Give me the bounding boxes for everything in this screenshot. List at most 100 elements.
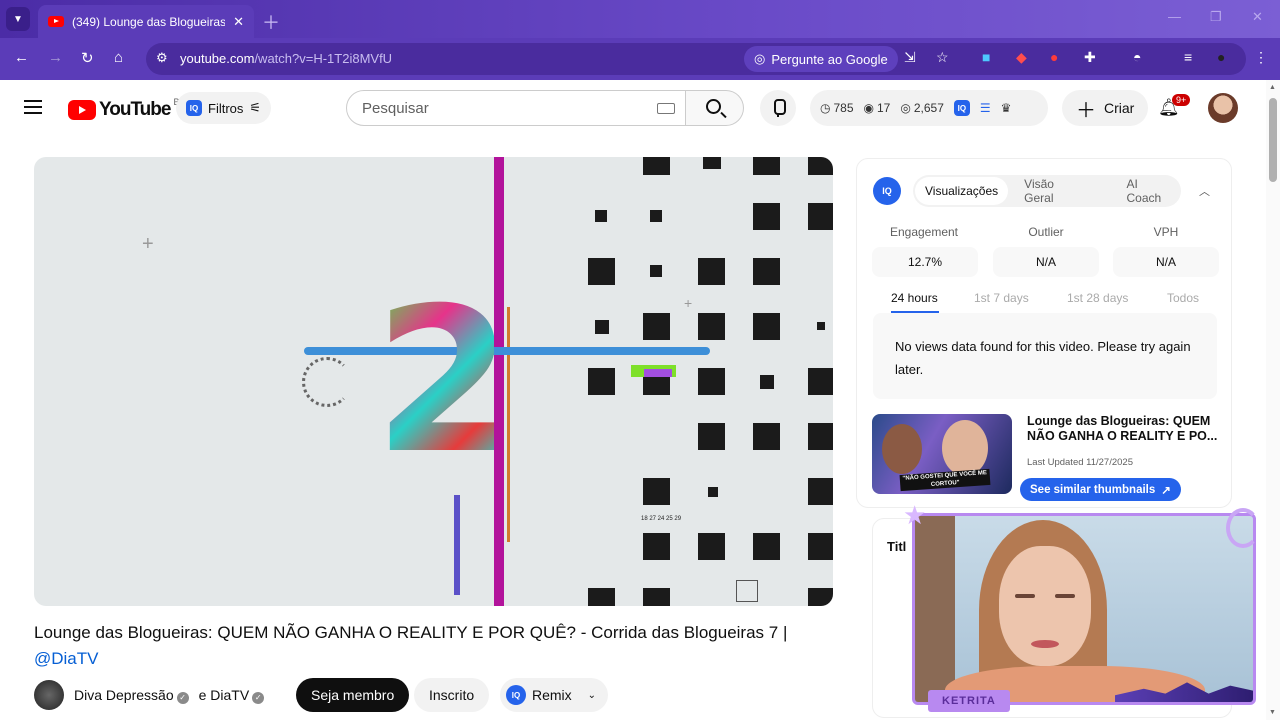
channel-name[interactable]: Diva Depressão ✓ xyxy=(74,687,189,704)
forward-icon[interactable]: → xyxy=(48,49,63,66)
plus-icon: ＋ xyxy=(1076,99,1096,122)
create-button[interactable]: ＋ Criar xyxy=(1062,90,1149,126)
video-player[interactable]: + + 2 18 27 24 25 29 xyxy=(34,157,833,606)
iq-logo-icon: IQ xyxy=(186,100,202,116)
tab-search-icon[interactable]: ▼ xyxy=(6,7,30,31)
extension-2-icon[interactable]: ◆ xyxy=(1016,49,1027,66)
similar-video-thumbnail[interactable]: "NÃO GOSTEI QUE VOCÊ ME CORTOU" xyxy=(872,414,1012,494)
account-avatar[interactable] xyxy=(1208,93,1238,123)
tab-visualizacoes[interactable]: Visualizações xyxy=(915,177,1009,205)
graphic-square xyxy=(698,533,725,560)
thumb-person-right xyxy=(942,420,988,476)
extension-3-icon[interactable]: ● xyxy=(1050,49,1058,65)
youtube-favicon-icon xyxy=(48,16,64,27)
home-icon[interactable]: ⌂ xyxy=(114,49,123,66)
scroll-down-icon[interactable]: ▼ xyxy=(1269,709,1276,716)
range-28-days[interactable]: 1st 28 days xyxy=(1067,291,1128,305)
graphic-square xyxy=(708,487,718,497)
tab-ai-coach[interactable]: AI Coach xyxy=(1117,177,1182,205)
similar-video-title[interactable]: Lounge das Blogueiras: QUEM NÃO GANHA O … xyxy=(1027,414,1219,444)
install-app-icon[interactable]: ⇲ xyxy=(904,49,916,66)
range-24-hours[interactable]: 24 hours xyxy=(891,291,938,305)
channel-row: Diva Depressão ✓ e DiaTV ✓ xyxy=(34,678,265,712)
maximize-icon[interactable]: ❐ xyxy=(1210,9,1222,25)
star-sparkle-icon: ★ xyxy=(903,500,927,530)
cam-ring-decoration xyxy=(1226,508,1260,548)
graphic-square xyxy=(595,320,609,334)
panel-tabs: Visualizações Visão Geral AI Coach xyxy=(913,175,1181,207)
browser-tab-active[interactable]: (349) Lounge das Blogueiras: QUEM NÃO GA… xyxy=(38,5,254,38)
voice-search-icon[interactable] xyxy=(760,90,796,126)
channel-avatar[interactable] xyxy=(34,680,64,710)
sliders-icon: ⚟ xyxy=(249,100,262,115)
metric-label-vph: VPH xyxy=(1153,225,1179,239)
graphic-square xyxy=(808,368,833,395)
trophy-icon[interactable]: ♛ xyxy=(1001,101,1012,115)
tab-visao-geral[interactable]: Visão Geral xyxy=(1014,177,1090,205)
graphic-square xyxy=(650,265,662,277)
search-button[interactable] xyxy=(686,90,744,126)
scroll-up-icon[interactable]: ▲ xyxy=(1269,84,1276,91)
collab-channel-name[interactable]: e DiaTV ✓ xyxy=(199,687,265,704)
graphic-number-strip: 18 27 24 25 29 xyxy=(641,516,682,522)
youtube-header: YouTube BR IQ Filtros ⚟ Pesquisar ◷785 ◉… xyxy=(0,80,1266,136)
section-title: Titl xyxy=(887,539,907,554)
new-tab-icon[interactable]: ＋ xyxy=(262,9,280,35)
plus-mark-icon: + xyxy=(684,295,693,311)
range-7-days[interactable]: 1st 7 days xyxy=(974,291,1029,305)
graphic-square xyxy=(698,423,725,450)
see-similar-thumbnails-button[interactable]: See similar thumbnails ↗ xyxy=(1020,478,1181,501)
search-input[interactable]: Pesquisar xyxy=(362,100,429,117)
media-controls-icon[interactable]: ≡ xyxy=(1184,49,1192,65)
stats-bar: ◷ 785 ◉ 17 ◎ 2,657 IQ ☰ ♛ xyxy=(810,90,1048,126)
graphic-square xyxy=(595,210,607,222)
graphic-square xyxy=(808,157,833,175)
graphic-square xyxy=(698,258,725,285)
graphic-square xyxy=(753,203,780,230)
iq-logo-icon: IQ xyxy=(506,685,526,705)
extension-1-icon[interactable]: ■ xyxy=(982,49,990,65)
eye-icon: ◉ xyxy=(863,101,874,115)
incognito-icon[interactable]: ◓ xyxy=(1133,49,1141,65)
scroll-thumb[interactable] xyxy=(1269,98,1277,182)
bookmark-star-icon[interactable]: ☆ xyxy=(936,49,949,66)
minimize-icon[interactable]: — xyxy=(1168,9,1181,24)
range-all[interactable]: Todos xyxy=(1167,291,1199,305)
keyboard-icon[interactable] xyxy=(657,103,675,114)
graphic-square xyxy=(588,258,615,285)
join-button[interactable]: Seja membro xyxy=(296,678,410,712)
graphic-square xyxy=(588,368,615,395)
url-text[interactable]: youtube.com/watch?v=H-1T2i8MVfU xyxy=(180,51,392,66)
cam-person-face xyxy=(999,546,1091,666)
menu-icon[interactable] xyxy=(24,100,42,114)
site-info-icon[interactable]: ⚙ xyxy=(156,50,168,66)
remix-label: Remix xyxy=(532,687,572,703)
youtube-logo[interactable]: YouTube BR xyxy=(68,97,186,121)
back-icon[interactable]: ← xyxy=(14,49,29,66)
extensions-puzzle-icon[interactable]: ✚ xyxy=(1084,49,1096,66)
stat-views: ◉ 17 xyxy=(863,101,891,115)
close-tab-icon[interactable]: ✕ xyxy=(233,14,244,30)
reload-icon[interactable]: ↻ xyxy=(81,49,94,67)
profile-avatar-icon[interactable]: ● xyxy=(1217,49,1225,65)
create-label: Criar xyxy=(1104,100,1135,116)
page-scrollbar[interactable]: ▲ ▼ xyxy=(1266,80,1280,720)
close-window-icon[interactable]: ✕ xyxy=(1252,9,1263,25)
similar-video-card: "NÃO GOSTEI QUE VOCÊ ME CORTOU" Lounge d… xyxy=(872,414,1222,504)
list-icon[interactable]: ☰ xyxy=(980,101,991,115)
ask-google-button[interactable]: ◎ Pergunte ao Google xyxy=(744,46,898,72)
collapse-chevron-icon[interactable]: ︿ xyxy=(1199,183,1210,199)
stat-likes: ◷ 785 xyxy=(820,101,854,115)
clock-icon: ◷ xyxy=(820,101,831,115)
cam-eye xyxy=(1015,594,1035,598)
see-similar-label: See similar thumbnails xyxy=(1030,483,1156,496)
subscribed-button[interactable]: Inscrito xyxy=(414,678,490,712)
channel-tag-link[interactable]: @DiaTV xyxy=(34,649,99,668)
iq-stat-icon[interactable]: IQ xyxy=(953,100,970,116)
search-box[interactable]: Pesquisar xyxy=(346,90,686,126)
browser-tab-strip: ▼ (349) Lounge das Blogueiras: QUEM NÃO … xyxy=(0,0,1280,38)
filters-button[interactable]: IQ Filtros ⚟ xyxy=(176,92,272,124)
remix-button[interactable]: IQ Remix ⌄ xyxy=(500,678,609,712)
browser-menu-icon[interactable]: ⋮ xyxy=(1254,49,1268,66)
tab-title: (349) Lounge das Blogueiras: QUEM NÃO GA… xyxy=(72,14,226,29)
